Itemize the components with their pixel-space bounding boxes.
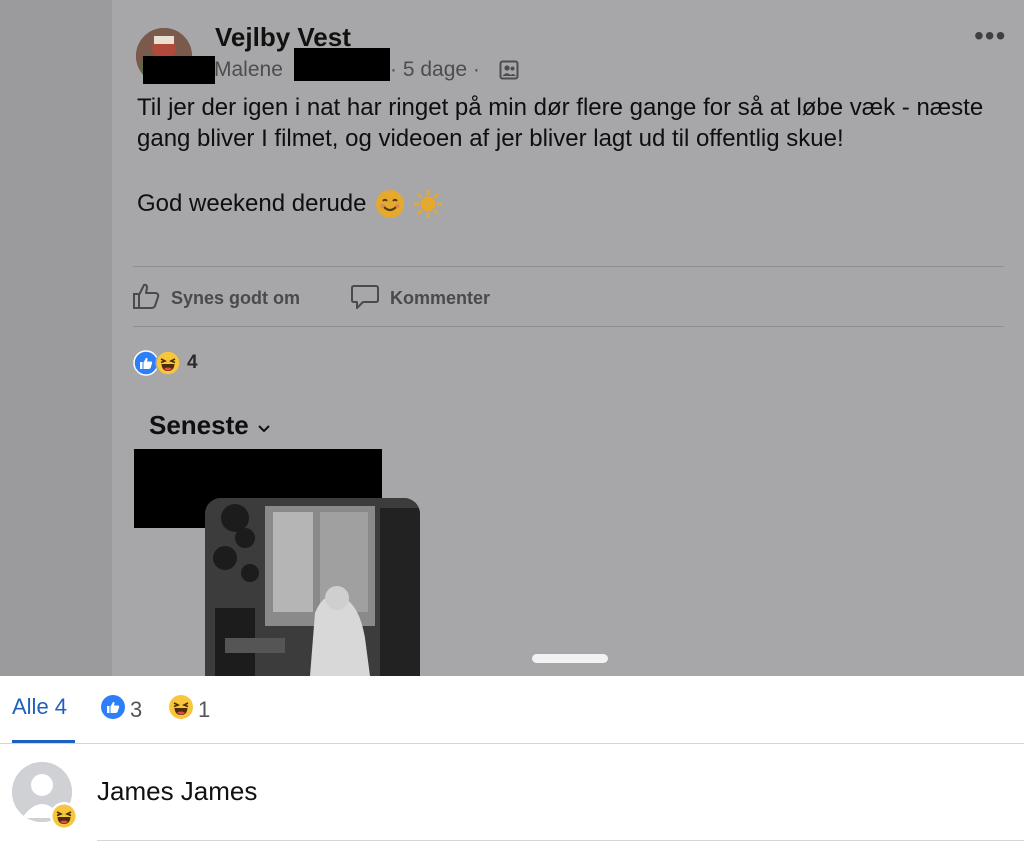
post-text-paragraph: Til jer der igen i nat har ringet på min… xyxy=(137,94,984,152)
tab-all[interactable]: Alle 4 xyxy=(12,694,67,720)
group-visibility-icon xyxy=(499,60,519,80)
person-name[interactable]: James James xyxy=(97,776,257,807)
reaction-person-row[interactable]: James James xyxy=(0,748,1024,844)
more-options-icon[interactable]: ••• xyxy=(974,22,1006,50)
reactions-sheet: Alle 4 3 1 James James xyxy=(0,676,1024,846)
post-text-greeting: God weekend derude xyxy=(137,190,367,217)
like-label: Synes godt om xyxy=(171,287,301,308)
post-text: Til jer der igen i nat har ringet på min… xyxy=(137,92,1017,219)
sheet-drag-handle[interactable] xyxy=(532,654,608,663)
chevron-down-icon xyxy=(257,410,271,441)
redacted-block xyxy=(294,48,390,81)
comment-photo[interactable] xyxy=(205,498,420,676)
comment-button[interactable]: Kommenter xyxy=(350,280,490,316)
sun-icon xyxy=(413,189,443,219)
comment-bubble-icon xyxy=(350,281,380,316)
reaction-tabs: Alle 4 3 1 xyxy=(0,676,1024,744)
tab-haha[interactable]: 1 xyxy=(168,694,210,726)
post-divider-top xyxy=(133,266,1004,267)
redacted-block xyxy=(143,56,215,84)
haha-reaction-icon xyxy=(155,350,181,376)
reaction-count: 4 xyxy=(187,352,198,373)
row-divider xyxy=(97,840,1024,841)
like-button[interactable]: Synes godt om xyxy=(131,280,300,316)
tab-all-label: Alle 4 xyxy=(12,694,68,719)
haha-reaction-icon xyxy=(168,694,194,726)
smiling-face-icon xyxy=(375,189,405,219)
haha-reaction-icon xyxy=(50,802,78,830)
thumbs-up-icon xyxy=(131,281,161,316)
post-author[interactable]: Malene xyxy=(214,58,283,82)
comment-sort-dropdown[interactable]: Seneste xyxy=(149,410,271,441)
like-reaction-icon xyxy=(100,694,126,726)
comment-label: Kommenter xyxy=(390,287,491,308)
tab-haha-count: 1 xyxy=(198,697,211,722)
tab-like-count: 3 xyxy=(130,697,143,722)
post-divider-bottom xyxy=(133,326,1004,327)
reaction-summary[interactable]: 4 xyxy=(133,349,198,377)
background-left-strip xyxy=(0,0,112,676)
tab-like[interactable]: 3 xyxy=(100,694,142,726)
post-time[interactable]: · 5 dage · xyxy=(390,58,480,82)
tabs-divider xyxy=(0,743,1024,744)
comment-sort-label: Seneste xyxy=(149,410,249,440)
